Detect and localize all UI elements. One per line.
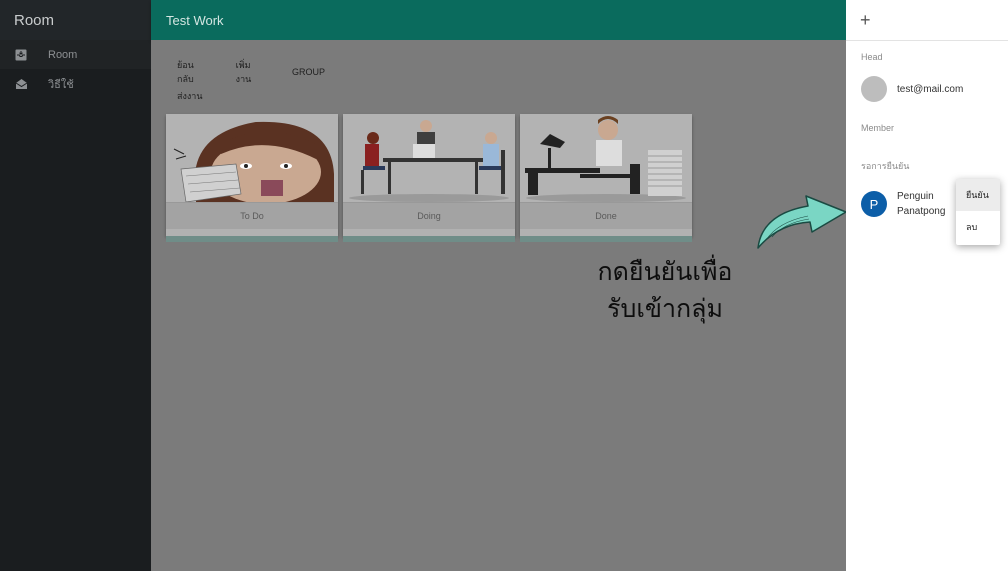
delete-menu-item[interactable]: ลบ [956, 211, 1000, 243]
add-member-button[interactable]: + [846, 0, 1008, 41]
head-user: test@mail.com [846, 76, 1008, 102]
pending-section-label: รอการยืนยัน [861, 161, 910, 171]
send-work-button[interactable]: ส่งงาน [171, 89, 209, 103]
card-footer [520, 236, 692, 242]
member-section-label: Member [861, 123, 895, 133]
sidebar-item-label: วิธีใช้ [48, 78, 74, 91]
card-footer [166, 236, 338, 242]
doing-card[interactable]: Doing [343, 114, 515, 242]
page-title: Test Work [166, 12, 224, 28]
back-button[interactable]: ย้อนกลับ [171, 58, 210, 86]
annotation-line-1: กดยืนยันเพื่อ [597, 257, 733, 286]
pending-user-menu: ยืนยัน ลบ [956, 179, 1000, 245]
pending-user-name: Penguin Panatpong [897, 189, 945, 219]
avatar [861, 76, 887, 102]
todo-illustration [166, 114, 338, 202]
add-work-button[interactable]: เพิ่มงาน [230, 58, 266, 86]
confirm-menu-item[interactable]: ยืนยัน [956, 179, 1000, 211]
app-bar: Test Work [151, 0, 846, 40]
instruction-annotation: กดยืนยันเพื่อ รับเข้ากลุ่ม [585, 253, 745, 327]
pending-user-last-name: Panatpong [897, 206, 946, 217]
member-drawer: + Head test@mail.com Member รอการยืนยัน … [846, 0, 1008, 571]
sidebar-item-label: Room [48, 48, 78, 61]
pending-user-first-name: Penguin [897, 191, 934, 202]
todo-card[interactable]: To Do [166, 114, 338, 242]
inbox-icon [14, 48, 28, 62]
sidebar-title: Room [0, 0, 151, 40]
open-envelope-icon [14, 77, 28, 91]
doing-illustration [343, 114, 515, 202]
card-footer [343, 236, 515, 242]
done-card[interactable]: Done [520, 114, 692, 242]
annotation-line-2: รับเข้ากลุ่ม [607, 294, 723, 323]
doing-label: Doing [343, 202, 515, 229]
toolbar: ย้อนกลับ เพิ่มงาน GROUP ส่งงาน [171, 60, 351, 108]
curved-arrow-icon [752, 182, 852, 252]
avatar: P [861, 191, 887, 217]
done-label: Done [520, 202, 692, 229]
sidebar: Room Room วิธีใช้ [0, 0, 151, 571]
head-section-label: Head [861, 52, 883, 62]
group-button[interactable]: GROUP [286, 67, 331, 77]
head-user-email: test@mail.com [897, 83, 964, 95]
done-illustration [520, 114, 692, 202]
sidebar-item-room[interactable]: Room [0, 40, 151, 69]
todo-label: To Do [166, 202, 338, 229]
sidebar-item-howto[interactable]: วิธีใช้ [0, 69, 151, 98]
plus-icon: + [860, 9, 871, 30]
